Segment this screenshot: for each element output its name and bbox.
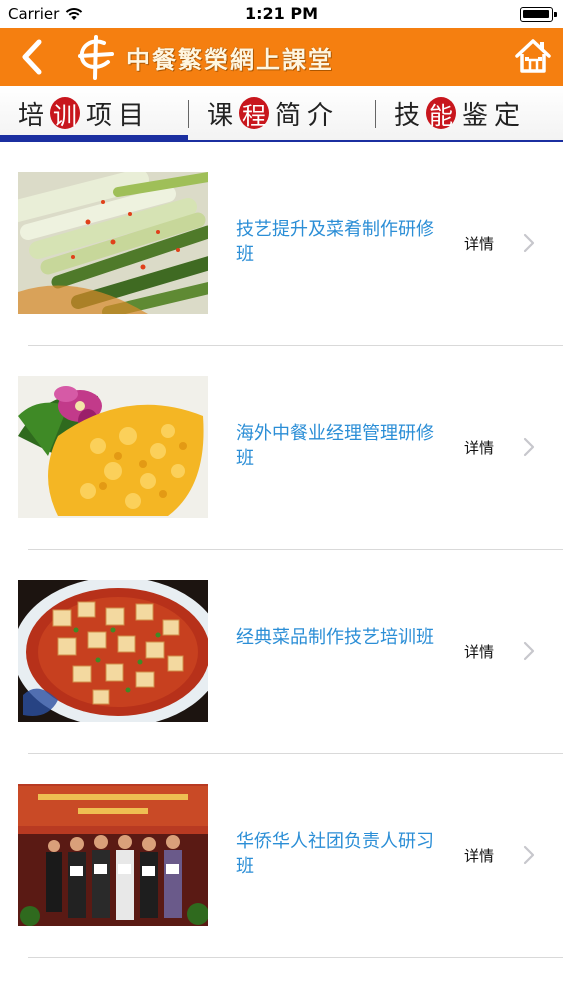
- detail-label[interactable]: 详情: [464, 641, 494, 662]
- tab-skill-assessment[interactable]: 技能鉴定: [394, 86, 526, 140]
- chevron-right-icon: [523, 641, 535, 661]
- tab-bar: 培训项目 课程简介 技能鉴定: [0, 86, 563, 142]
- active-tab-indicator: [0, 135, 188, 140]
- course-title[interactable]: 经典菜品制作技艺培训班: [236, 625, 448, 650]
- back-button[interactable]: [14, 37, 50, 77]
- mapo-tofu-photo: [18, 580, 208, 722]
- course-title[interactable]: 华侨华人社团负责人研习班: [236, 829, 448, 879]
- list-item[interactable]: 华侨华人社团负责人研习班 详情: [0, 756, 563, 960]
- course-title[interactable]: 海外中餐业经理管理研修班: [236, 421, 448, 471]
- course-title[interactable]: 技艺提升及菜肴制作研修班: [236, 217, 448, 267]
- list-item[interactable]: 技艺提升及菜肴制作研修班 详情: [0, 144, 563, 348]
- tab-training-projects[interactable]: 培训项目: [18, 86, 150, 140]
- status-time: 1:21 PM: [244, 4, 318, 23]
- nav-title: 中餐繁榮網上課堂: [126, 45, 334, 74]
- detail-label[interactable]: 详情: [464, 233, 494, 254]
- back-chevron-icon: [22, 39, 42, 75]
- chevron-right-icon: [523, 233, 535, 253]
- tab-divider: [375, 100, 376, 128]
- chevron-right-icon: [523, 437, 535, 457]
- list-divider: [28, 753, 563, 754]
- list-divider: [28, 345, 563, 346]
- battery-icon: [520, 7, 557, 22]
- tab-highlight-badge: 训: [50, 97, 81, 130]
- egg-dish-photo: [18, 376, 208, 518]
- list-divider: [28, 957, 563, 958]
- nav-bar: 中餐繁榮網上課堂: [0, 28, 563, 86]
- status-bar: Carrier 1:21 PM: [0, 0, 563, 28]
- list-divider: [28, 549, 563, 550]
- tab-divider: [188, 100, 189, 128]
- detail-label[interactable]: 详情: [464, 437, 494, 458]
- detail-label[interactable]: 详情: [464, 845, 494, 866]
- vegetable-dish-photo: [18, 172, 208, 314]
- home-button[interactable]: [513, 36, 553, 76]
- tab-highlight-badge: 能: [426, 97, 457, 130]
- tab-highlight-badge: 程: [239, 97, 270, 130]
- home-icon: [515, 39, 551, 73]
- list-item[interactable]: 海外中餐业经理管理研修班 详情: [0, 348, 563, 552]
- list-item[interactable]: 经典菜品制作技艺培训班 详情: [0, 552, 563, 756]
- chinese-logo-icon: [78, 35, 114, 80]
- ceremony-photo: [18, 784, 208, 926]
- chevron-right-icon: [523, 845, 535, 865]
- tab-course-intro[interactable]: 课程简介: [207, 86, 339, 140]
